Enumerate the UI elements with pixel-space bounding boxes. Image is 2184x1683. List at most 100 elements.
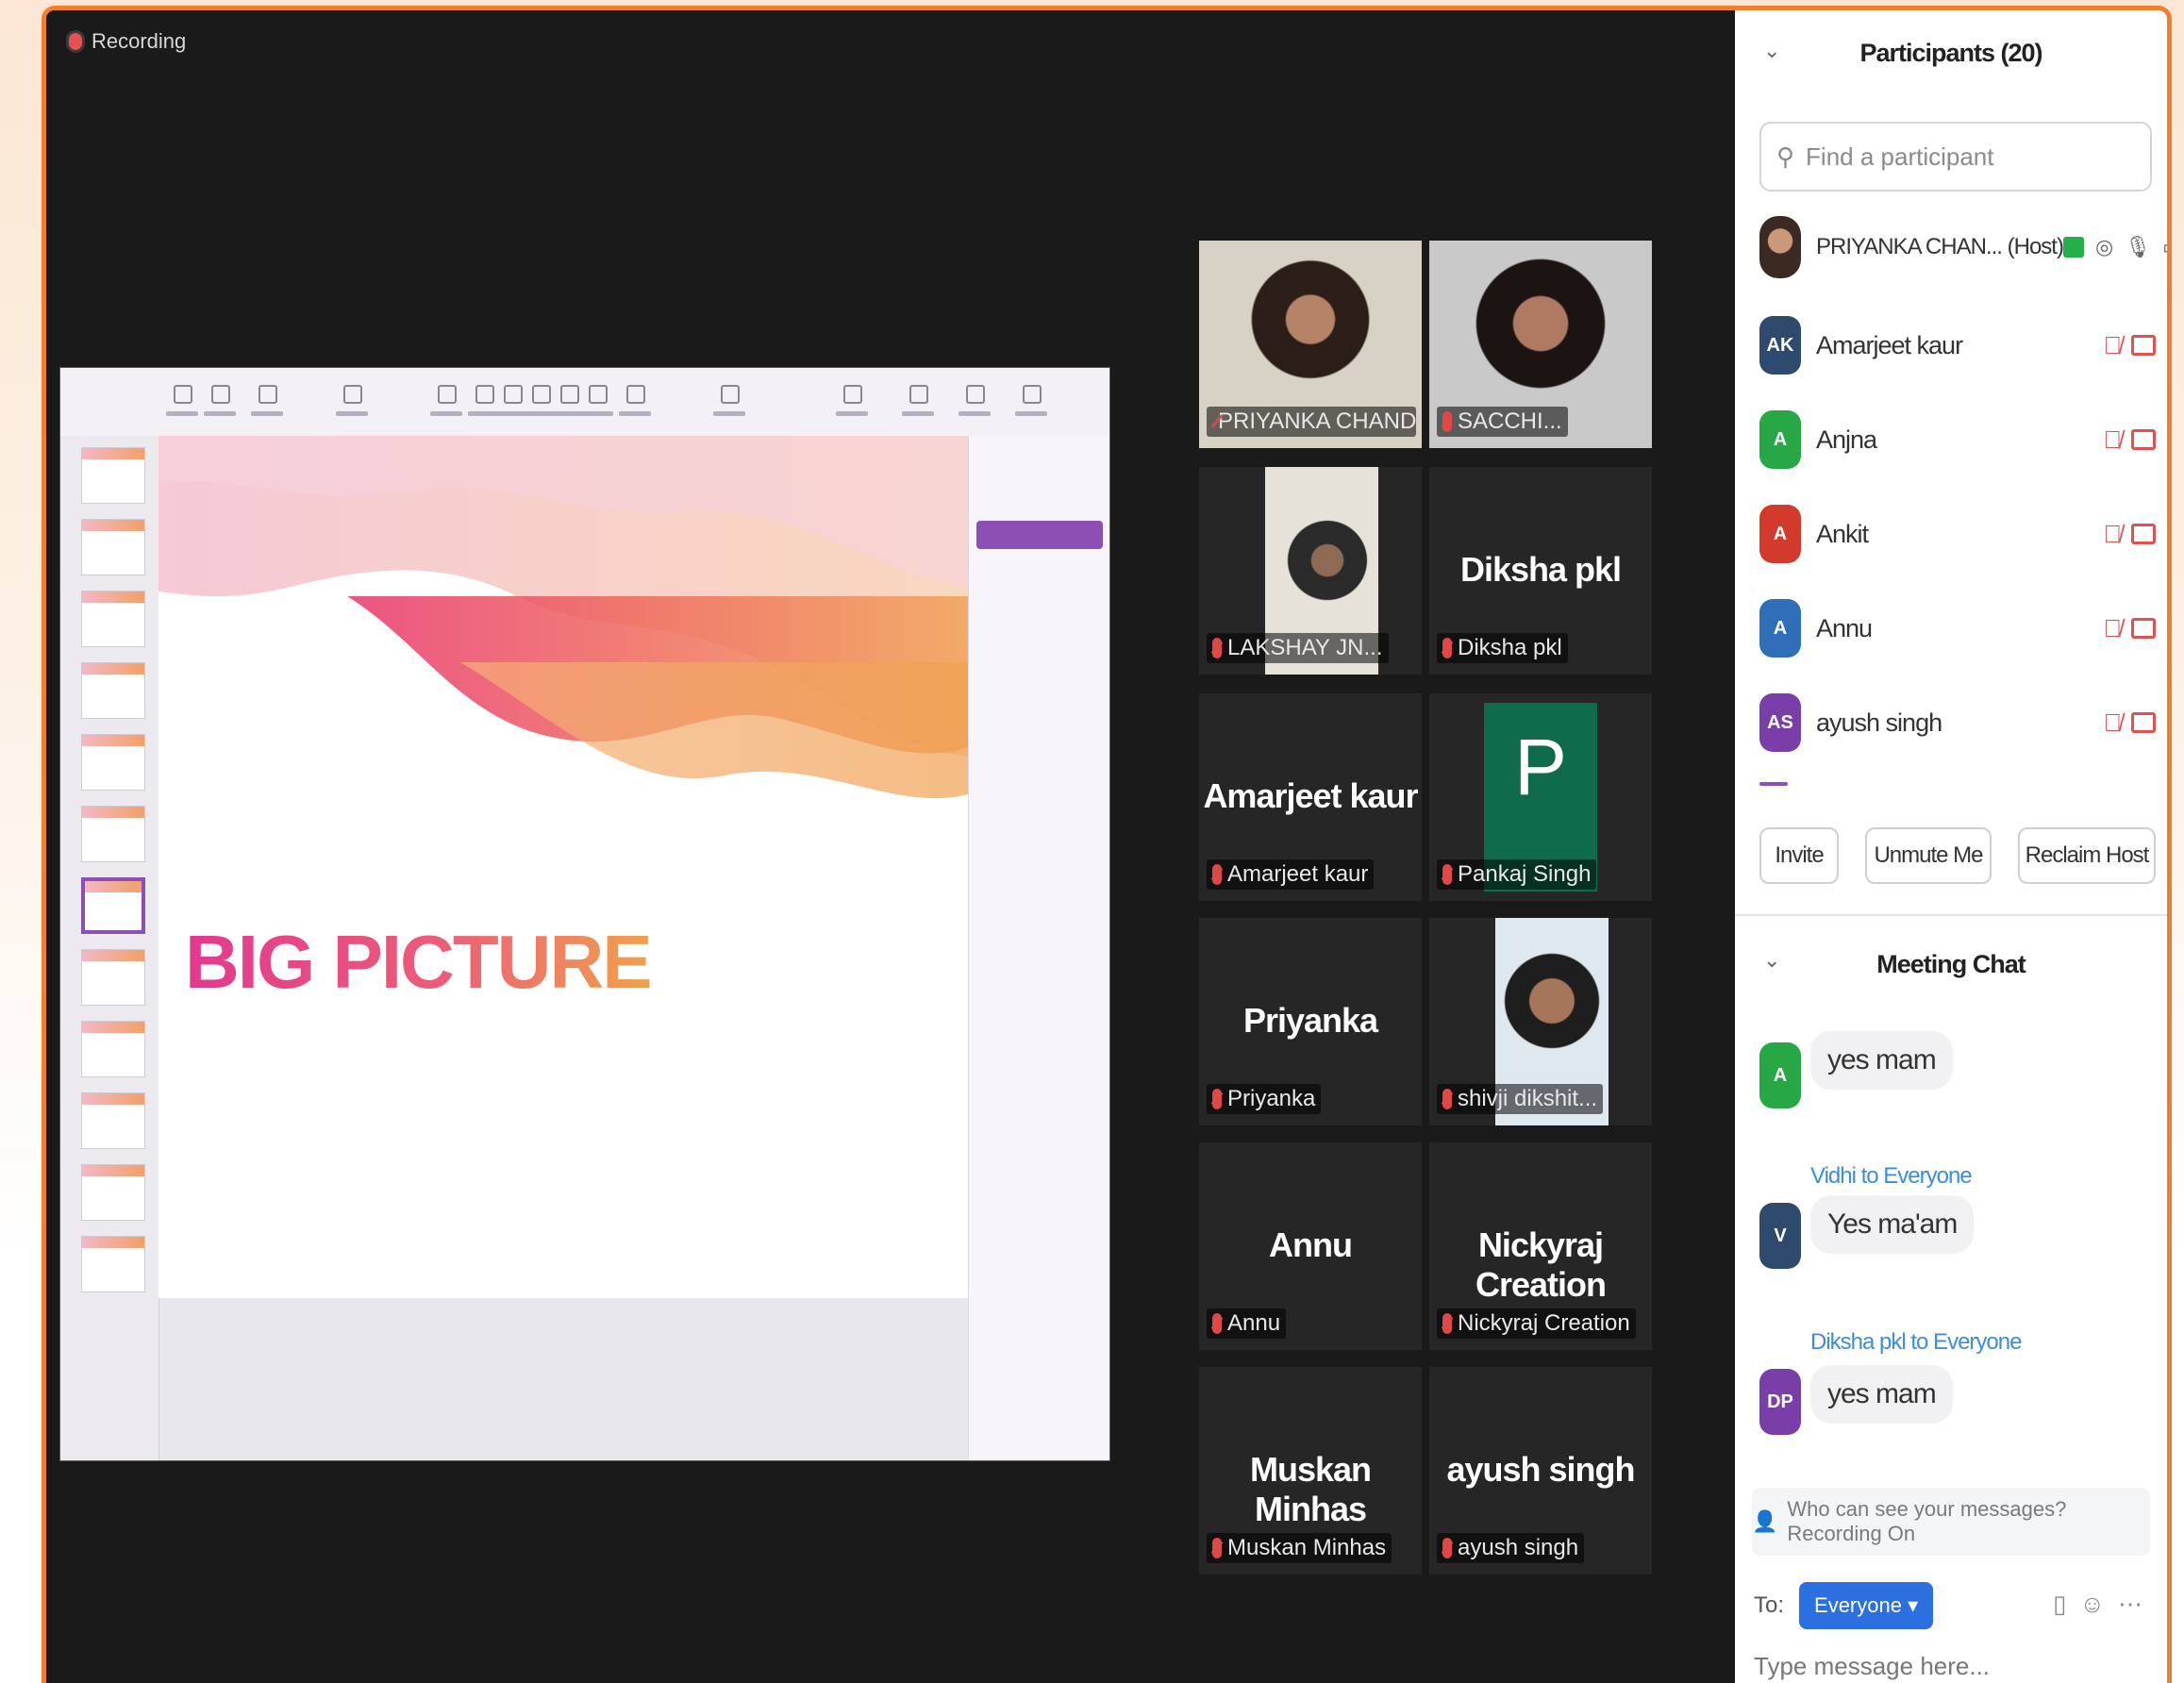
tile-name-text: Priyanka bbox=[1227, 1086, 1316, 1111]
ribbon-button-label bbox=[430, 411, 462, 416]
ribbon-button-icon[interactable] bbox=[504, 385, 523, 404]
file-icon[interactable]: ▯ bbox=[2053, 1590, 2066, 1619]
video-tile[interactable]: ayush singh ayush singh bbox=[1429, 1367, 1652, 1575]
recording-icon bbox=[69, 33, 82, 50]
slide-thumbnail[interactable] bbox=[81, 662, 145, 719]
meeting-stage: Recording BIG PICTURE PRIYANKA CHANDIA S… bbox=[46, 10, 1735, 1683]
camera-off-icon[interactable] bbox=[2131, 618, 2156, 639]
shield-icon: ◎ bbox=[2094, 235, 2114, 258]
ribbon-button-icon[interactable] bbox=[843, 385, 862, 404]
camera-off-icon[interactable] bbox=[2131, 524, 2156, 544]
mic-muted-icon[interactable]: 🎙̸ bbox=[2104, 425, 2123, 455]
ribbon-button-icon[interactable] bbox=[560, 385, 579, 404]
recipient-dropdown[interactable]: Everyone ▾ bbox=[1799, 1582, 1934, 1629]
tile-name-label: Amarjeet kaur bbox=[1207, 859, 1375, 890]
mic-muted-icon bbox=[1212, 1538, 1222, 1558]
video-tile[interactable]: LAKSHAY JN... bbox=[1199, 467, 1422, 675]
slide-thumbnail[interactable] bbox=[81, 734, 145, 791]
reclaim-host-button[interactable]: Reclaim Host bbox=[2018, 827, 2156, 884]
participant-row[interactable]: A Ankit 🎙̸ bbox=[1759, 501, 2156, 567]
video-tile[interactable]: Nickyraj Creation Nickyraj Creation bbox=[1429, 1142, 1652, 1350]
ribbon-button-icon[interactable] bbox=[174, 385, 192, 404]
participant-row[interactable]: A Annu 🎙̸ bbox=[1759, 595, 2156, 661]
chat-avatar: V bbox=[1759, 1203, 1801, 1269]
camera-off-icon[interactable] bbox=[2131, 335, 2156, 356]
to-label: To: bbox=[1754, 1592, 1785, 1618]
meeting-window: Recording BIG PICTURE PRIYANKA CHANDIA S… bbox=[42, 6, 2172, 1683]
tile-name-label: Diksha pkl bbox=[1437, 633, 1568, 663]
tile-name-text: PRIYANKA CHANDIA bbox=[1218, 408, 1416, 434]
tile-name-text: Annu bbox=[1227, 1310, 1281, 1336]
chat-input[interactable]: Type message here... bbox=[1754, 1652, 1990, 1681]
participant-row[interactable]: AK Amarjeet kaur 🎙̸ bbox=[1759, 312, 2156, 378]
slide-thumbnail[interactable] bbox=[81, 591, 145, 647]
participant-row-host[interactable]: PRIYANKA CHAN... (Host) ◎ 🎙 ▭ bbox=[1759, 214, 2167, 280]
video-tile[interactable]: Diksha pkl Diksha pkl bbox=[1429, 467, 1652, 675]
camera-icon[interactable]: ▭ bbox=[2162, 235, 2167, 259]
slide-thumbnail[interactable] bbox=[81, 1164, 145, 1221]
ribbon-button-label bbox=[619, 411, 651, 416]
more-icon[interactable]: ⋯ bbox=[2118, 1590, 2142, 1619]
ribbon-button-icon[interactable] bbox=[721, 385, 740, 404]
ribbon-button-icon[interactable] bbox=[589, 385, 608, 404]
list-scroll-indicator bbox=[1759, 782, 1788, 786]
ribbon-button-label bbox=[713, 411, 745, 416]
ribbon-button-icon[interactable] bbox=[475, 385, 494, 404]
invite-button[interactable]: Invite bbox=[1759, 827, 1839, 884]
ribbon-button-icon[interactable] bbox=[626, 385, 645, 404]
video-tile[interactable]: Muskan Minhas Muskan Minhas bbox=[1199, 1367, 1422, 1575]
ribbon-button-icon[interactable] bbox=[909, 385, 928, 404]
video-tile[interactable]: P Pankaj Singh bbox=[1429, 693, 1652, 901]
participant-row[interactable]: A Anjna 🎙̸ bbox=[1759, 407, 2156, 473]
mic-muted-icon bbox=[1442, 1089, 1452, 1109]
apply-to-all-button[interactable] bbox=[976, 521, 1103, 549]
mic-muted-icon bbox=[1212, 864, 1222, 885]
thumbnail-stripe bbox=[82, 448, 144, 459]
ribbon-button-icon[interactable] bbox=[343, 385, 362, 404]
video-tile[interactable]: Annu Annu bbox=[1199, 1142, 1422, 1350]
thumbnail-stripe bbox=[82, 950, 144, 961]
search-placeholder: Find a participant bbox=[1806, 142, 1994, 171]
video-tile[interactable]: Priyanka Priyanka bbox=[1199, 918, 1422, 1125]
camera-off-icon[interactable] bbox=[2131, 712, 2156, 733]
slide-thumbnail[interactable] bbox=[81, 1236, 145, 1292]
participant-name: ayush singh bbox=[1816, 708, 1942, 737]
slide-thumbnail[interactable] bbox=[81, 1092, 145, 1149]
slide-thumbnail[interactable] bbox=[81, 949, 145, 1006]
video-tile[interactable]: PRIYANKA CHANDIA bbox=[1199, 241, 1422, 448]
ribbon-button-icon[interactable] bbox=[966, 385, 985, 404]
mic-icon[interactable]: 🎙 bbox=[2125, 235, 2151, 259]
tile-name-label: ayush singh bbox=[1437, 1533, 1585, 1563]
slide-thumbnail[interactable] bbox=[81, 877, 145, 934]
chat-bubble: yes mam bbox=[1810, 1365, 1953, 1424]
slide-thumbnail[interactable] bbox=[81, 806, 145, 862]
mic-muted-icon[interactable]: 🎙̸ bbox=[2104, 614, 2123, 643]
chat-visibility-notice[interactable]: 👤 Who can see your messages? Recording O… bbox=[1752, 1488, 2150, 1556]
ribbon-button-icon[interactable] bbox=[438, 385, 457, 404]
message-sender: Diksha pkl to Everyone bbox=[1810, 1329, 2022, 1355]
video-tile[interactable]: shivji dikshit... bbox=[1429, 918, 1652, 1125]
mic-muted-icon[interactable]: 🎙̸ bbox=[2104, 708, 2123, 738]
notice-text: Who can see your messages? Recording On bbox=[1787, 1497, 2067, 1545]
video-tile[interactable]: SACCHI... bbox=[1429, 241, 1652, 448]
camera-off-icon[interactable] bbox=[2131, 429, 2156, 450]
ribbon-button-icon[interactable] bbox=[211, 385, 230, 404]
participant-row[interactable]: AS ayush singh 🎙̸ bbox=[1759, 690, 2156, 756]
mic-muted-icon bbox=[1442, 638, 1452, 658]
mic-muted-icon[interactable]: 🎙̸ bbox=[2104, 331, 2123, 360]
mic-muted-icon[interactable]: 🎙̸ bbox=[2104, 520, 2123, 549]
ribbon-button-icon[interactable] bbox=[258, 385, 277, 404]
shared-screen: BIG PICTURE bbox=[59, 367, 1110, 1461]
emoji-icon[interactable]: ☺ bbox=[2079, 1590, 2105, 1619]
participant-search-input[interactable]: ⚲ Find a participant bbox=[1759, 122, 2152, 192]
slide-thumbnail[interactable] bbox=[81, 1021, 145, 1077]
video-tile[interactable]: Amarjeet kaur Amarjeet kaur bbox=[1199, 693, 1422, 901]
recording-indicator[interactable]: Recording bbox=[69, 29, 186, 54]
slide-thumbnail[interactable] bbox=[81, 519, 145, 575]
ribbon-button-label bbox=[166, 411, 198, 416]
ribbon-button-icon[interactable] bbox=[532, 385, 551, 404]
participant-name: Annu bbox=[1816, 613, 1873, 642]
unmute-me-button[interactable]: Unmute Me bbox=[1865, 827, 1992, 884]
slide-thumbnail[interactable] bbox=[81, 447, 145, 504]
ribbon-button-icon[interactable] bbox=[1023, 385, 1042, 404]
